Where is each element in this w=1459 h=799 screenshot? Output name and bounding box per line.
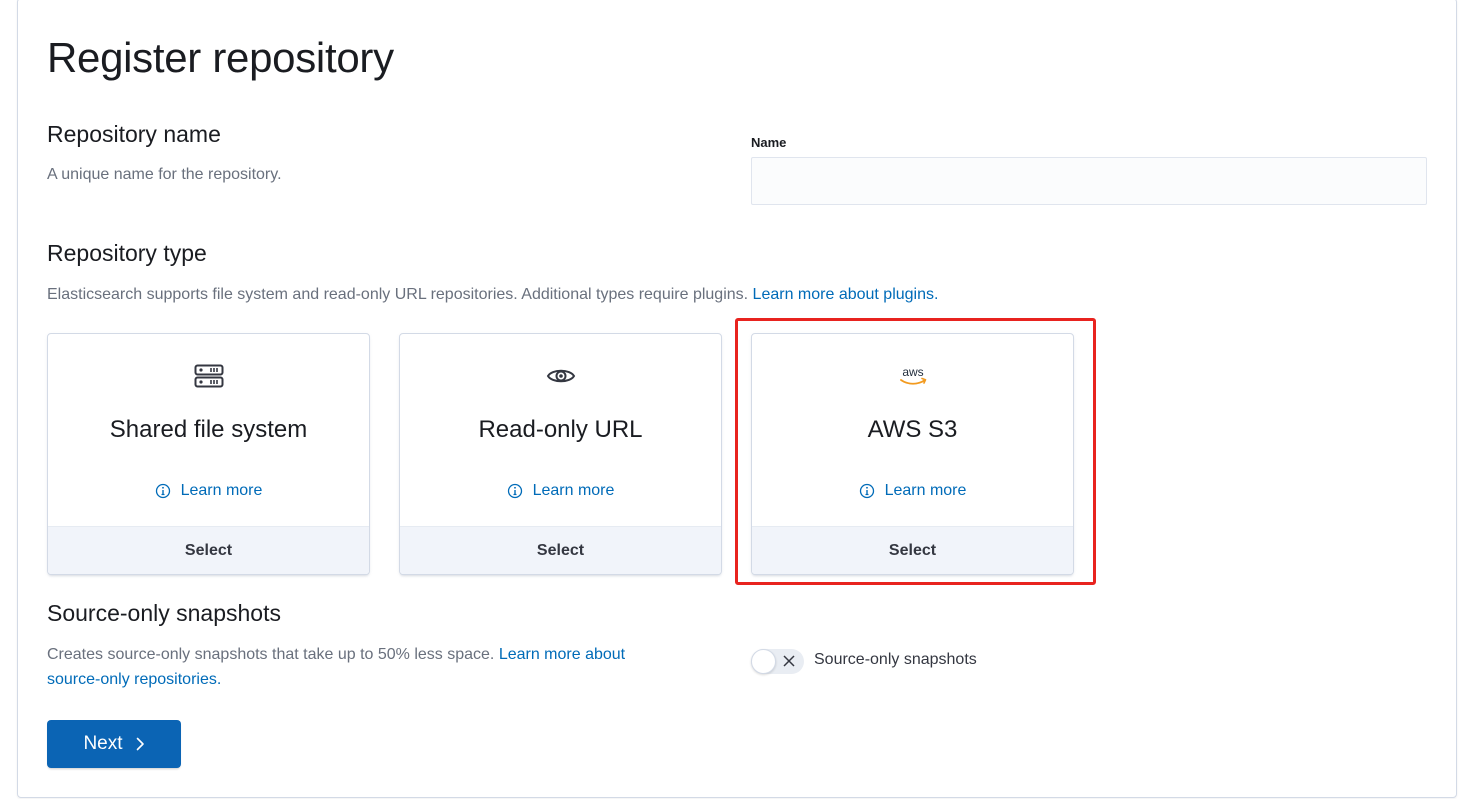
repository-name-title: Repository name <box>47 121 221 147</box>
card-aws-s3[interactable]: aws AWS S3 Learn more Select <box>751 333 1074 575</box>
select-button[interactable]: Select <box>400 526 721 574</box>
repository-type-description: Elasticsearch supports file system and r… <box>47 282 938 307</box>
repository-type-title: Repository type <box>47 240 207 266</box>
learn-more-label: Learn more <box>180 482 263 499</box>
card-title: Read-only URL <box>478 416 643 443</box>
page-title: Register repository <box>47 34 394 81</box>
aws-logo-icon: aws <box>752 364 1073 388</box>
learn-more-label: Learn more <box>532 482 615 499</box>
source-only-toggle[interactable] <box>751 649 804 674</box>
source-only-title: Source-only snapshots <box>47 600 281 626</box>
learn-more-label: Learn more <box>884 482 967 499</box>
source-only-description-text: Creates source-only snapshots that take … <box>47 646 495 663</box>
name-input[interactable] <box>751 157 1427 205</box>
source-only-toggle-label: Source-only snapshots <box>814 651 977 668</box>
card-title: Shared file system <box>109 416 308 443</box>
toggle-knob <box>751 649 776 674</box>
learn-more-link[interactable]: Learn more <box>400 482 721 500</box>
select-button[interactable]: Select <box>48 526 369 574</box>
info-icon <box>507 483 522 499</box>
repository-name-description: A unique name for the repository. <box>47 166 282 183</box>
name-field-label: Name <box>751 135 787 150</box>
next-button-label: Next <box>83 733 123 754</box>
chevron-right-icon <box>136 737 144 751</box>
learn-more-link[interactable]: Learn more <box>48 482 369 500</box>
cross-icon <box>783 655 795 667</box>
repository-type-description-text: Elasticsearch supports file system and r… <box>47 286 749 303</box>
eye-icon <box>400 364 721 388</box>
card-shared-file-system[interactable]: Shared file system Learn more Select <box>47 333 370 575</box>
card-read-only-url[interactable]: Read-only URL Learn more Select <box>399 333 722 575</box>
storage-icon <box>48 364 369 388</box>
select-button[interactable]: Select <box>752 526 1073 574</box>
learn-more-plugins-link[interactable]: Learn more about plugins. <box>753 286 939 303</box>
info-icon <box>155 483 170 499</box>
info-icon <box>859 483 874 499</box>
aws-logo-text: aws <box>902 365 923 379</box>
next-button[interactable]: Next <box>47 720 181 768</box>
source-only-description: Creates source-only snapshots that take … <box>47 642 707 692</box>
learn-more-link[interactable]: Learn more <box>752 482 1073 500</box>
card-title: AWS S3 <box>867 416 958 443</box>
